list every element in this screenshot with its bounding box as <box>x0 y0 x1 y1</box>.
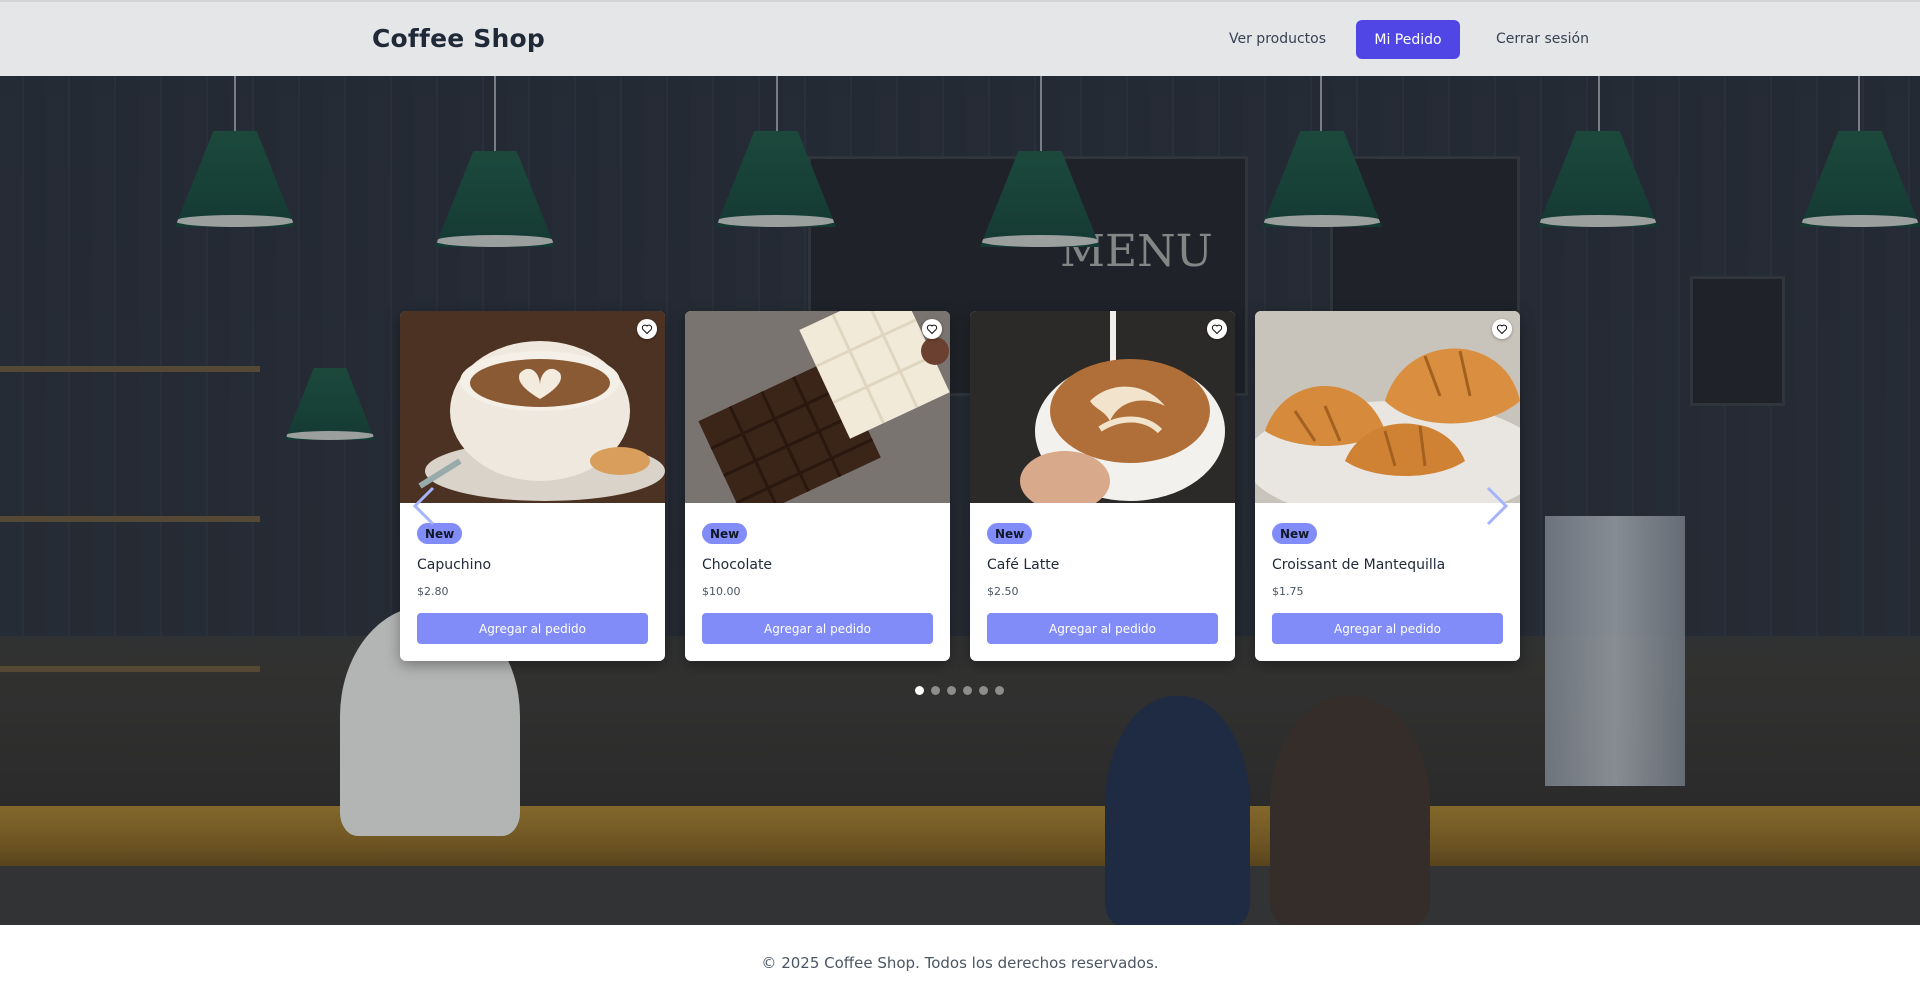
add-to-order-button[interactable]: Agregar al pedido <box>702 613 933 644</box>
footer: © 2025 Coffee Shop. Todos los derechos r… <box>0 925 1920 993</box>
product-image <box>400 311 665 503</box>
add-to-order-button[interactable]: Agregar al pedido <box>417 613 648 644</box>
favorite-heart-icon[interactable] <box>922 319 942 339</box>
hero-background: MENU <box>0 76 1920 925</box>
product-card: New Chocolate $10.00 Agregar al pedido <box>685 311 950 661</box>
product-image <box>685 311 950 503</box>
carousel-dot[interactable] <box>947 686 956 695</box>
product-image <box>970 311 1235 503</box>
nav-products-link[interactable]: Ver productos <box>1229 31 1326 47</box>
product-price: $2.50 <box>987 585 1019 598</box>
product-image <box>1255 311 1520 503</box>
favorite-heart-icon[interactable] <box>1492 319 1512 339</box>
product-name: Chocolate <box>702 557 773 573</box>
product-name: Capuchino <box>417 557 492 573</box>
favorite-heart-icon[interactable] <box>1207 319 1227 339</box>
product-name: Croissant de Mantequilla <box>1272 557 1446 573</box>
top-navbar: Coffee Shop Ver productos Mi Pedido Cerr… <box>0 0 1920 76</box>
carousel-dot[interactable] <box>995 686 1004 695</box>
favorite-heart-icon[interactable] <box>637 319 657 339</box>
add-to-order-button[interactable]: Agregar al pedido <box>987 613 1218 644</box>
product-price: $2.80 <box>417 585 449 598</box>
product-price: $1.75 <box>1272 585 1304 598</box>
product-card: New Café Latte $2.50 Agregar al pedido <box>970 311 1235 661</box>
chevron-right-icon[interactable] <box>1482 484 1512 528</box>
product-price: $10.00 <box>702 585 741 598</box>
logout-link[interactable]: Cerrar sesión <box>1496 31 1589 47</box>
chevron-left-icon[interactable] <box>409 484 439 528</box>
carousel-dot[interactable] <box>979 686 988 695</box>
carousel-dot[interactable] <box>963 686 972 695</box>
brand-logo[interactable]: Coffee Shop <box>372 24 545 53</box>
add-to-order-button[interactable]: Agregar al pedido <box>1272 613 1503 644</box>
copyright-text: © 2025 Coffee Shop. Todos los derechos r… <box>761 954 1159 972</box>
new-badge: New <box>1272 523 1318 544</box>
carousel-dot[interactable] <box>915 686 924 695</box>
my-order-button[interactable]: Mi Pedido <box>1356 20 1460 59</box>
product-card: New Croissant de Mantequilla $1.75 Agreg… <box>1255 311 1520 661</box>
new-badge: New <box>987 523 1033 544</box>
carousel-dot[interactable] <box>931 686 940 695</box>
new-badge: New <box>702 523 748 544</box>
carousel-pagination <box>915 686 1004 695</box>
product-card: New Capuchino $2.80 Agregar al pedido <box>400 311 665 661</box>
product-name: Café Latte <box>987 557 1060 573</box>
